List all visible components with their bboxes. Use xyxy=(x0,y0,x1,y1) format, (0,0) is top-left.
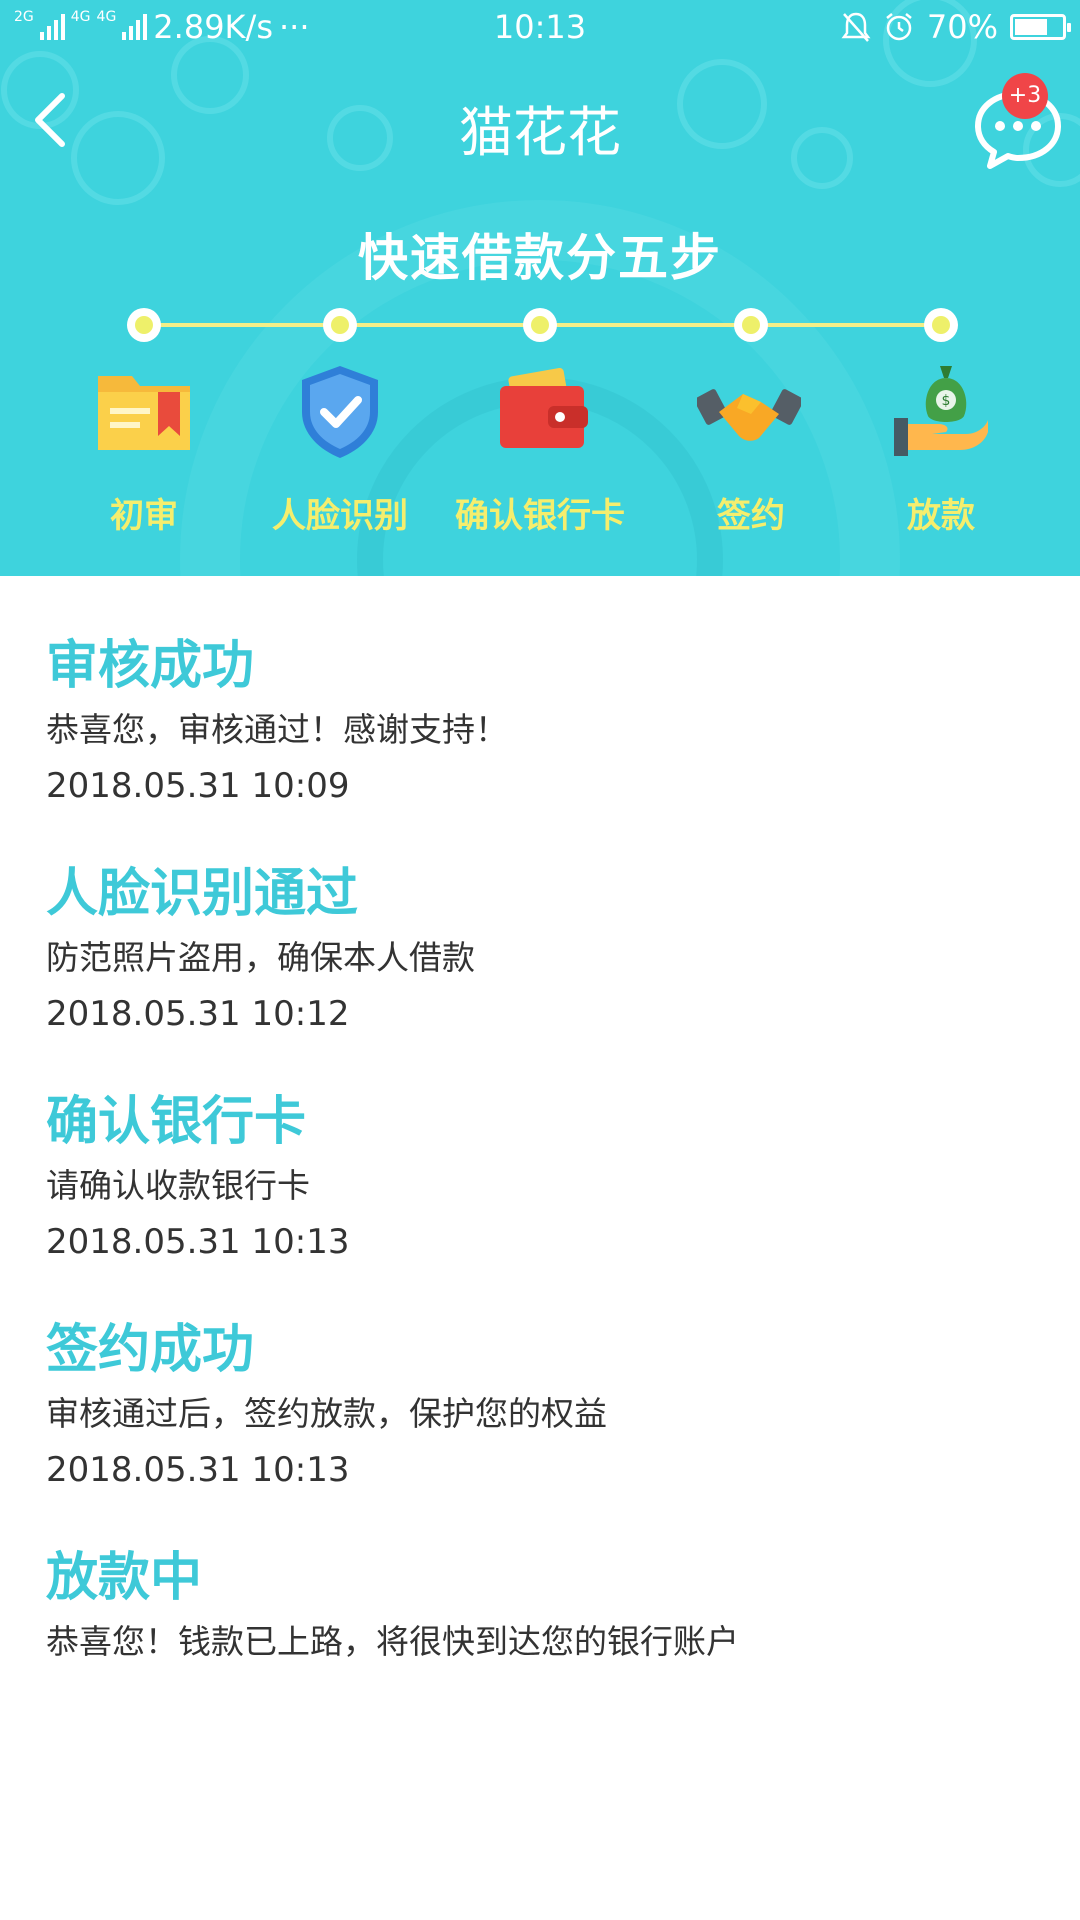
step-dot-1 xyxy=(127,308,161,342)
timeline-description: 恭喜您！钱款已上路，将很快到达您的银行账户 xyxy=(46,1622,739,1661)
nav-bar: 猫花花 xyxy=(0,60,1080,180)
timeline-entry-3: 确认银行卡 请确认收款银行卡 2018.05.31 10:13 xyxy=(46,1086,1046,1270)
step-label-4: 签约 xyxy=(717,496,785,536)
timeline-title: 人脸识别通过 xyxy=(46,864,359,924)
timeline-timestamp: 2018.05.31 10:09 xyxy=(46,766,350,806)
step-label-5: 放款 xyxy=(907,496,975,536)
timeline-entry-2: 人脸识别通过 防范照片盗用，确保本人借款 2018.05.31 10:12 xyxy=(46,858,1046,1042)
battery-percent: 70% xyxy=(926,8,998,46)
timeline-description: 恭喜您，审核通过！感谢支持！ xyxy=(46,710,508,749)
step-dot-5 xyxy=(924,308,958,342)
step-label-2: 人脸识别 xyxy=(272,496,408,536)
timeline-title: 确认银行卡 xyxy=(46,1092,307,1152)
shield-check-icon xyxy=(302,366,378,458)
timeline-description: 防范照片盗用，确保本人借款 xyxy=(46,938,475,977)
timeline-title: 放款中 xyxy=(46,1548,203,1608)
step-dot-2 xyxy=(323,308,357,342)
mute-bell-icon xyxy=(841,12,871,42)
timeline-description: 请确认收款银行卡 xyxy=(46,1166,310,1205)
step-dot-3 xyxy=(523,308,557,342)
step-label-1: 初审 xyxy=(110,496,178,536)
timeline-title: 审核成功 xyxy=(46,636,255,696)
status-bar: 2G 4G 4G 2.89K/s ··· 10:13 70% xyxy=(0,0,1080,56)
timeline-entry-4: 签约成功 审核通过后，签约放款，保护您的权益 2018.05.31 10:13 xyxy=(46,1314,1046,1498)
money-bag-hand-icon: $ xyxy=(894,366,988,456)
timeline-timestamp: 2018.05.31 10:12 xyxy=(46,994,350,1034)
folder-icon xyxy=(98,376,190,450)
step-label-3: 确认银行卡 xyxy=(455,496,625,536)
handshake-icon xyxy=(697,389,801,441)
page-title: 猫花花 xyxy=(459,101,621,164)
wallet-icon xyxy=(500,367,588,448)
timeline-entry-1: 审核成功 恭喜您，审核通过！感谢支持！ 2018.05.31 10:09 xyxy=(46,630,1046,814)
battery-icon xyxy=(1010,14,1071,40)
svg-text:$: $ xyxy=(942,393,951,409)
message-badge: +3 xyxy=(1002,73,1048,119)
timeline-timestamp: 2018.05.31 10:13 xyxy=(46,1450,350,1490)
timeline-timestamp: 2018.05.31 10:13 xyxy=(46,1222,350,1262)
timeline-description: 审核通过后，签约放款，保护您的权益 xyxy=(46,1394,607,1433)
timeline-entry-5: 放款中 恭喜您！钱款已上路，将很快到达您的银行账户 xyxy=(46,1542,1046,1670)
timeline-title: 签约成功 xyxy=(46,1320,255,1380)
step-dot-4 xyxy=(734,308,768,342)
header-banner: 2G 4G 4G 2.89K/s ··· 10:13 70% 猫花花 +3 快速… xyxy=(0,0,1080,576)
steps-heading: 快速借款分五步 xyxy=(358,229,722,287)
alarm-icon xyxy=(886,13,912,41)
